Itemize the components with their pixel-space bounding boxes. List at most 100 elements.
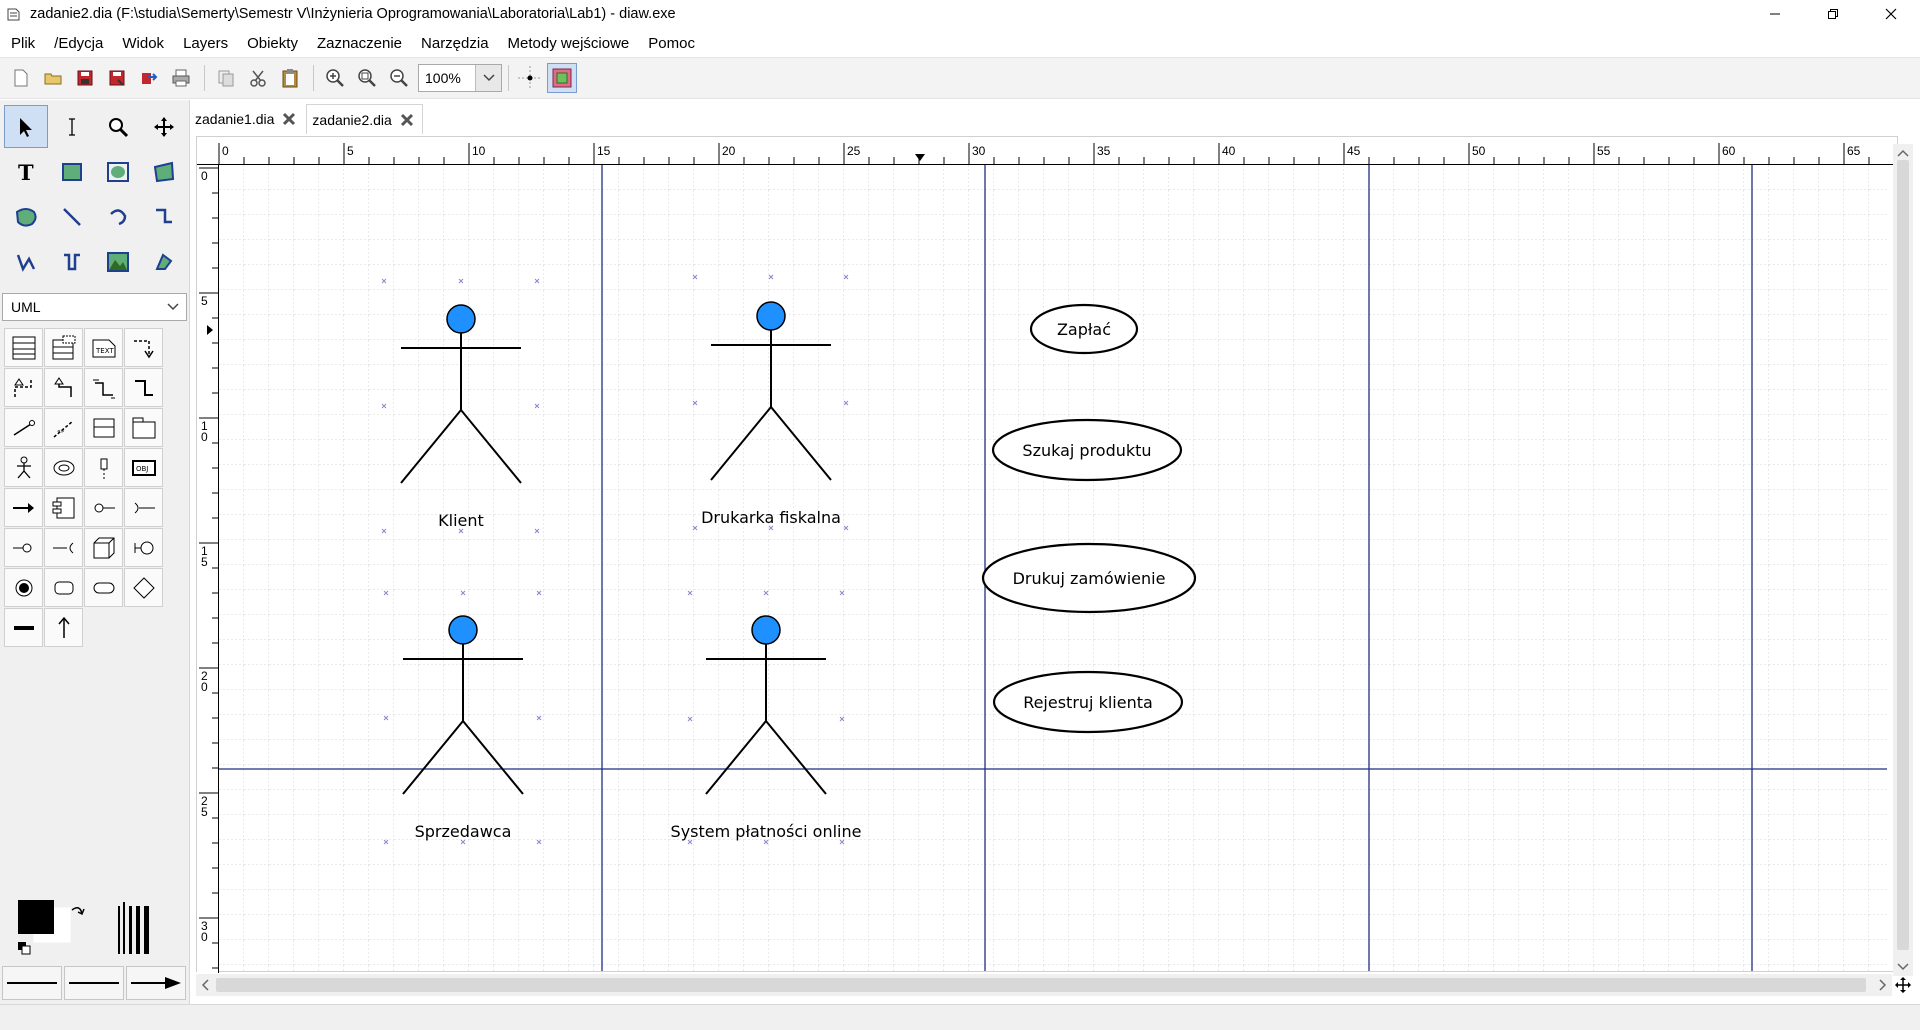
menu-widok[interactable]: Widok: [111, 35, 172, 52]
uml-required-interface-shape[interactable]: [124, 488, 163, 527]
image-tool[interactable]: [96, 240, 140, 283]
print-button[interactable]: [166, 63, 196, 93]
uml-template-class-shape[interactable]: [44, 328, 83, 367]
usecase-drukuj-zamowienie[interactable]: Drukuj zamówienie: [981, 542, 1197, 614]
menu-plik[interactable]: Plik: [0, 35, 43, 52]
menu-zaznaczenie[interactable]: Zaznaczenie: [306, 35, 410, 52]
scroll-right-icon[interactable]: [1876, 974, 1890, 996]
zigzag-line-tool[interactable]: [142, 195, 186, 238]
beziergon-tool[interactable]: [4, 195, 48, 238]
horizontal-scrollbar[interactable]: [196, 974, 1892, 996]
uml-association-shape[interactable]: [84, 368, 123, 407]
zoom-out-button[interactable]: [384, 63, 414, 93]
usecase-szukaj-produktu[interactable]: Szukaj produktu: [991, 418, 1183, 482]
zoom-in-button[interactable]: [320, 63, 350, 93]
zoom-fit-button[interactable]: [352, 63, 382, 93]
uml-class-shape[interactable]: [4, 328, 43, 367]
open-file-button[interactable]: [38, 63, 68, 93]
menu-layers[interactable]: Layers: [172, 35, 236, 52]
sheet-selector[interactable]: UML: [2, 293, 187, 321]
uml-node-shape[interactable]: [84, 528, 123, 567]
scroll-down-icon[interactable]: [1893, 960, 1913, 974]
menu-obiekty[interactable]: Obiekty: [236, 35, 306, 52]
close-tab-icon[interactable]: [282, 112, 296, 126]
new-file-button[interactable]: [6, 63, 36, 93]
uml-usecase-shape[interactable]: [44, 448, 83, 487]
uml-classicon-shape[interactable]: OBJ: [124, 448, 163, 487]
swap-colors-icon[interactable]: [71, 907, 85, 916]
menu-metody-wejsciowe[interactable]: Metody wejściowe: [497, 35, 638, 52]
sheet-name[interactable]: UML: [3, 299, 160, 315]
uml-generalization-shape[interactable]: [44, 368, 83, 407]
uml-branch-shape[interactable]: [124, 528, 163, 567]
scroll-left-icon[interactable]: [198, 974, 212, 996]
uml-component-shape[interactable]: [44, 488, 83, 527]
uml-lifeline-shape[interactable]: [84, 448, 123, 487]
uml-decision-shape[interactable]: [124, 568, 163, 607]
snap-to-grid-toggle[interactable]: [515, 63, 545, 93]
uml-large-package-shape[interactable]: [124, 408, 163, 447]
magnify-tool[interactable]: [96, 105, 140, 148]
restore-button[interactable]: [1804, 0, 1862, 28]
sheet-dropdown-button[interactable]: [160, 294, 186, 320]
uml-initial-state-shape[interactable]: [4, 568, 43, 607]
zoom-value[interactable]: 100%: [419, 70, 475, 86]
tab-zadanie2[interactable]: zadanie2.dia: [306, 104, 423, 134]
polyline-tool[interactable]: [4, 240, 48, 283]
usecase-rejestruj-klienta[interactable]: Rejestruj klienta: [992, 670, 1184, 734]
uml-message-shape[interactable]: [4, 488, 43, 527]
line-width-icon[interactable]: [118, 902, 149, 954]
ellipse-tool[interactable]: [96, 150, 140, 193]
outline-tool[interactable]: [142, 240, 186, 283]
end-arrow-selector[interactable]: [126, 966, 186, 1000]
scroll-tool[interactable]: [142, 105, 186, 148]
save-button[interactable]: [70, 63, 100, 93]
uml-smallpackage-shape[interactable]: «»: [44, 408, 83, 447]
copy-button[interactable]: [211, 63, 241, 93]
uml-provided-interface-shape[interactable]: [4, 528, 43, 567]
uml-fork-shape[interactable]: [4, 608, 43, 647]
close-tab-icon[interactable]: [400, 113, 414, 127]
zoom-combobox[interactable]: 100%: [418, 64, 502, 92]
navigation-button[interactable]: [1892, 974, 1914, 996]
save-as-button[interactable]: [102, 63, 132, 93]
minimize-button[interactable]: [1746, 0, 1804, 28]
line-tool[interactable]: [50, 195, 94, 238]
uml-activity-shape[interactable]: [84, 568, 123, 607]
text-edit-tool[interactable]: [50, 105, 94, 148]
close-window-button[interactable]: [1862, 0, 1920, 28]
menu-edycja[interactable]: /Edycja: [43, 35, 111, 52]
pointer-tool[interactable]: [4, 105, 48, 148]
uml-socket-shape[interactable]: [44, 528, 83, 567]
uml-implements-shape[interactable]: [124, 368, 163, 407]
bezier-tool[interactable]: [50, 240, 94, 283]
vertical-scroll-thumb[interactable]: [1897, 160, 1909, 950]
cut-button[interactable]: [243, 63, 273, 93]
uml-transition-shape[interactable]: [44, 608, 83, 647]
export-button[interactable]: [134, 63, 164, 93]
text-tool[interactable]: T: [4, 150, 48, 193]
diagram-canvas[interactable]: Klient Drukarka fiskalna Sprzedawca Syst…: [219, 165, 1887, 971]
snap-to-objects-toggle[interactable]: [547, 63, 577, 93]
horizontal-scroll-thumb[interactable]: [216, 978, 1866, 992]
tab-zadanie1[interactable]: zadanie1.dia: [190, 104, 304, 134]
uml-object-shape[interactable]: [84, 408, 123, 447]
scroll-up-icon[interactable]: [1893, 146, 1913, 160]
uml-dependency-shape[interactable]: [124, 328, 163, 367]
uml-component-feature-shape[interactable]: [84, 488, 123, 527]
uml-state-shape[interactable]: [44, 568, 83, 607]
uml-realizes-shape[interactable]: [4, 368, 43, 407]
zoom-dropdown-button[interactable]: [475, 65, 501, 91]
menu-narzedzia[interactable]: Narzędzia: [410, 35, 497, 52]
arc-tool[interactable]: [96, 195, 140, 238]
box-tool[interactable]: [50, 150, 94, 193]
foreground-color-swatch[interactable]: [18, 900, 54, 934]
paste-button[interactable]: [275, 63, 305, 93]
usecase-zaplac[interactable]: Zapłać: [1029, 303, 1139, 355]
start-arrow-selector[interactable]: [2, 966, 62, 1000]
line-style-button[interactable]: [64, 966, 124, 1000]
uml-constraint-shape[interactable]: [4, 408, 43, 447]
uml-actor-shape[interactable]: [4, 448, 43, 487]
uml-note-shape[interactable]: TEXT: [84, 328, 123, 367]
polygon-tool[interactable]: [142, 150, 186, 193]
